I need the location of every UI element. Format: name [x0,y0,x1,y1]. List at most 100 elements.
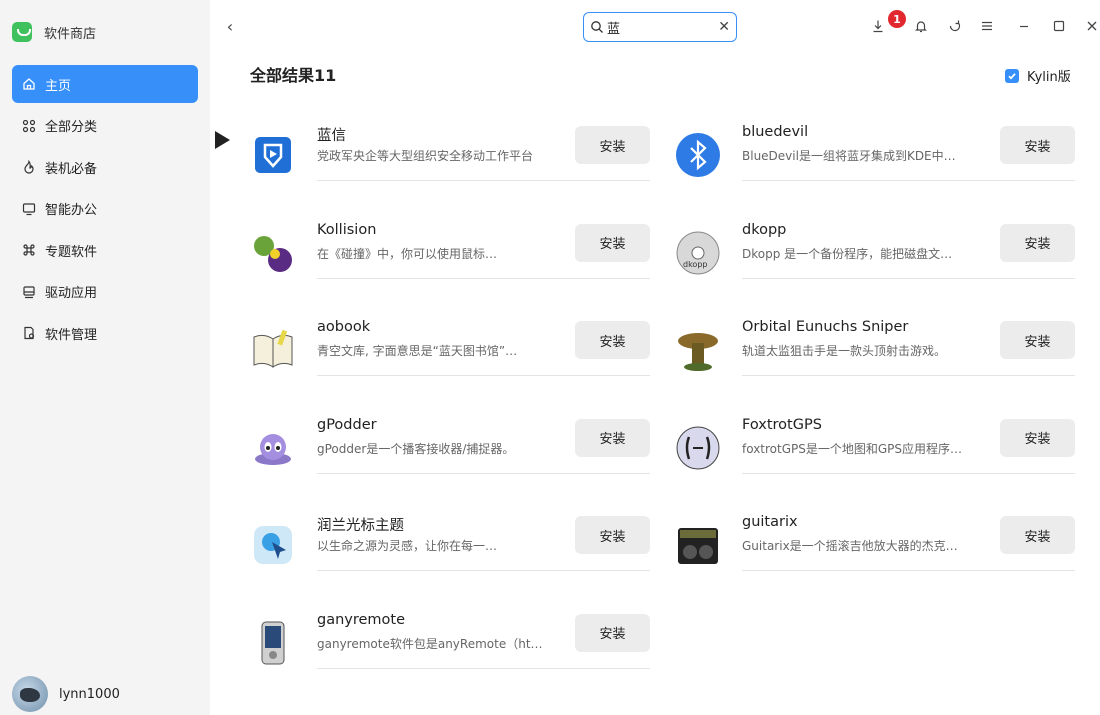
kylin-filter-checkbox[interactable]: Kylin版 [1005,66,1071,85]
grid-icon [22,119,36,133]
app-card[interactable]: bluedevil BlueDevil是一组将蓝牙集成到KDE中… 安装 [675,124,1075,194]
sidebar-item-label: 装机必备 [45,161,98,177]
app-name: Kollision [317,221,377,238]
install-button[interactable]: 安装 [1000,516,1075,554]
disc-icon: dkopp [675,230,721,276]
divider [742,180,1075,181]
chevron-left-icon: ‹ [226,16,234,36]
app-description: 党政军央企等大型组织安全移动工作平台 [317,149,534,163]
sidebar-item-manage[interactable]: 软件管理 [12,314,198,352]
notification-button[interactable] [912,17,930,35]
amplifier-icon [675,522,721,568]
app-card[interactable]: Kollision 在《碰撞》中，你可以使用鼠标… 安装 [250,222,650,292]
clear-search-icon[interactable]: ✕ [718,19,730,35]
divider [742,375,1075,376]
app-name: FoxtrotGPS [742,416,822,433]
app-description: ganyremote软件包是anyRemote（ht… [317,636,543,651]
sidebar-item-label: 全部分类 [45,120,98,135]
sidebar-item-all-categories[interactable]: 全部分类 [12,107,198,145]
app-description: BlueDevil是一组将蓝牙集成到KDE中… [742,149,956,163]
install-button[interactable]: 安装 [575,613,650,652]
search-input[interactable] [607,19,702,35]
app-card[interactable]: 蓝信党政军央企等大型组织安全移动工作平台 安装 [250,124,650,194]
avatar [12,676,48,712]
install-button[interactable]: 安装 [1000,418,1075,457]
install-button[interactable]: 安装 [575,223,650,262]
search-icon [591,21,603,33]
sidebar-item-home[interactable]: 主页 [12,65,198,103]
app-description: 以生命之源为灵感，让你在每一… [317,539,498,553]
sidebar-item-office[interactable]: 智能办公 [12,190,198,228]
divider [317,667,650,669]
app-description: 轨道太监狙击手是一款头顶射击游戏。 [742,344,947,358]
sidebar-item-topics[interactable]: 专题软件 [12,231,198,269]
app-description: gPodder是一个播客接收器/捕捉器。 [317,441,515,456]
app-name: guitarix [742,514,798,530]
back-button[interactable]: ‹ [223,16,237,36]
install-button[interactable]: 安装 [1000,321,1075,359]
divider [317,375,650,376]
command-icon [22,243,36,257]
close-button[interactable] [1083,17,1100,35]
sidebar-item-essentials[interactable]: 装机必备 [12,148,198,186]
app-name: dkopp [742,221,787,238]
remote-icon [250,620,296,666]
maximize-button[interactable] [1050,17,1068,35]
app-name: Orbital Eunuchs Sniper [742,319,909,335]
app-card[interactable]: Orbital Eunuchs Sniper 轨道太监狙击手是一款头顶射击游戏。 安… [675,319,1075,389]
sidebar: 软件商店 主页 全部分类 装机必备 智能办公 专题软件 驱动应用 软件管理 ly… [0,0,210,715]
minimize-button[interactable] [1015,17,1033,35]
store-logo-icon [12,22,32,42]
app-card[interactable]: gPodder gPodder是一个播客接收器/捕捉器。 安装 [250,417,650,487]
download-button[interactable] [869,17,887,35]
app-name: aobook [317,319,371,335]
sidebar-item-label: 主页 [45,78,72,94]
close-icon [1087,21,1097,31]
install-button[interactable]: 安装 [575,418,650,457]
app-card[interactable]: aobook 青空文库, 字面意思是“蓝天图书馆”… 安装 [250,319,650,389]
sidebar-item-drivers[interactable]: 驱动应用 [12,273,198,311]
menu-button[interactable] [978,17,996,35]
install-button[interactable]: 安装 [575,321,650,359]
driver-icon [22,285,36,299]
app-card[interactable]: dkopp dkopp Dkopp 是一个备份程序，能把磁盘文… 安装 [675,222,1075,292]
kollision-icon [250,230,296,276]
user-profile[interactable]: lynn1000 [12,676,120,712]
app-description: Dkopp 是一个备份程序，能把磁盘文… [742,246,953,261]
app-card[interactable]: ganyremote ganyremote软件包是anyRemote（ht… 安装 [250,612,650,682]
sidebar-nav: 主页 全部分类 装机必备 智能办公 专题软件 驱动应用 软件管理 [12,65,198,356]
bell-icon [915,21,927,33]
foxtrot-icon [675,425,721,471]
app-title: 软件商店 [44,26,97,42]
divider [317,277,650,279]
app-name: ganyremote [317,611,406,628]
software-store-window: 软件商店 主页 全部分类 装机必备 智能办公 专题软件 驱动应用 软件管理 ly… [0,0,1100,715]
refresh-button[interactable] [946,17,964,35]
checkbox-checked-icon [1005,68,1019,83]
download-count-badge: 1 [888,10,906,28]
app-name: 蓝信 [317,128,346,144]
app-card[interactable]: FoxtrotGPS foxtrotGPS是一个地图和GPS应用程序… 安装 [675,417,1075,487]
divider [742,570,1075,571]
app-card[interactable]: guitarix Guitarix是一个摇滚吉他放大器的杰克… 安装 [675,514,1075,584]
maximize-icon [1053,20,1065,32]
lanxin-icon [250,132,296,178]
monitor-icon [22,202,36,216]
sidebar-item-label: 驱动应用 [45,286,98,301]
install-button[interactable]: 安装 [575,516,650,554]
divider [317,472,650,474]
results-heading: 全部结果11 [250,66,337,85]
install-button[interactable]: 安装 [575,126,650,164]
search-box[interactable]: ✕ [583,12,737,42]
kylin-label: Kylin版 [1027,70,1071,85]
install-button[interactable]: 安装 [1000,223,1075,262]
sidebar-item-label: 智能办公 [45,203,98,218]
divider [742,277,1075,279]
install-button[interactable]: 安装 [1000,126,1075,164]
app-card[interactable]: 润兰光标主题 以生命之源为灵感，让你在每一… 安装 [250,514,650,584]
user-name: lynn1000 [59,686,120,702]
gpodder-icon [250,425,296,471]
divider [742,472,1075,474]
app-description: Guitarix是一个摇滚吉他放大器的杰克… [742,539,958,553]
mouse-pointer-icon [215,131,230,149]
